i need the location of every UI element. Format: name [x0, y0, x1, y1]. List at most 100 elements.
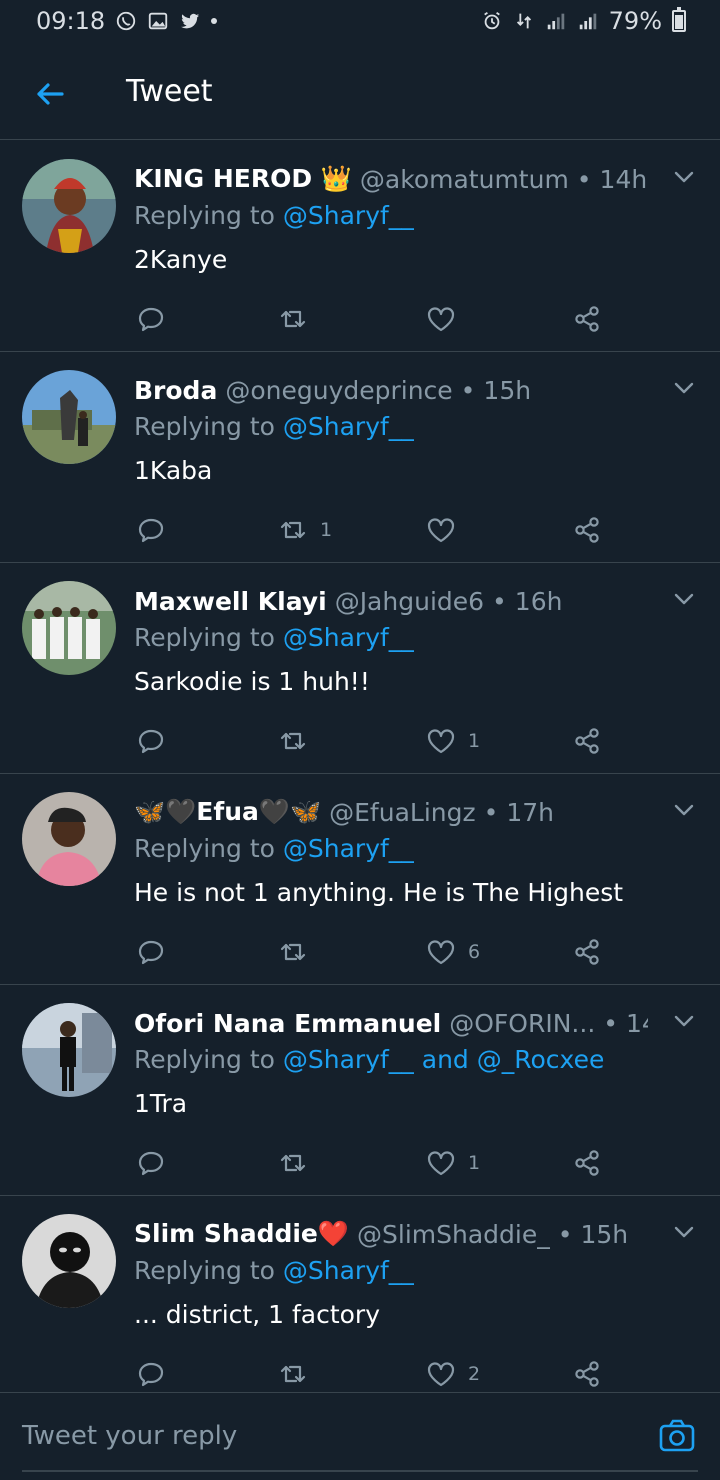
- chevron-down-icon[interactable]: [670, 1007, 698, 1035]
- display-name[interactable]: KING HEROD 👑: [134, 164, 352, 194]
- mention-link[interactable]: @Sharyf__: [283, 834, 414, 863]
- retweet-button[interactable]: [278, 934, 320, 970]
- display-name[interactable]: Broda: [134, 376, 217, 405]
- share-icon: [575, 306, 599, 332]
- avatar[interactable]: [22, 370, 116, 464]
- retweet-icon: [280, 1154, 306, 1172]
- dot-icon: [211, 18, 218, 24]
- tweet-reply[interactable]: Broda @oneguydeprince • 15h Replying to @Sha…: [0, 352, 720, 563]
- whatsapp-icon: [117, 11, 136, 31]
- reply-input[interactable]: Tweet your reply: [22, 1421, 237, 1451]
- reply-button[interactable]: [136, 1145, 166, 1181]
- mention-link[interactable]: @Sharyf__: [283, 201, 414, 230]
- mention-link[interactable]: @Sharyf__: [283, 1045, 414, 1074]
- heart-icon: [427, 518, 455, 543]
- reply-button[interactable]: [136, 301, 166, 337]
- tweet-text: 2Kanye: [134, 245, 228, 274]
- replying-to: Replying to @Sharyf__: [134, 623, 414, 652]
- camera-icon[interactable]: [658, 1417, 696, 1455]
- reply-button[interactable]: [136, 934, 166, 970]
- tweet-actions: 6: [134, 934, 614, 970]
- share-button[interactable]: [572, 301, 602, 337]
- display-name[interactable]: 🦋🖤Efua🖤🦋: [134, 797, 321, 827]
- battery-percent: 79%: [608, 7, 662, 35]
- mention-link[interactable]: @Sharyf__: [283, 623, 414, 652]
- reply-button[interactable]: [136, 1356, 166, 1392]
- avatar[interactable]: [22, 159, 116, 253]
- share-button[interactable]: [572, 1356, 602, 1392]
- like-button[interactable]: 1: [426, 1145, 480, 1181]
- retweet-button[interactable]: 1: [278, 512, 332, 548]
- like-button[interactable]: 2: [426, 1356, 480, 1392]
- user-handle[interactable]: @oneguydeprince: [225, 376, 452, 405]
- mention-link[interactable]: @Sharyf__: [283, 1256, 414, 1285]
- heart-icon: [427, 729, 455, 754]
- reply-divider: [22, 1470, 698, 1472]
- separator-dot: •: [492, 586, 507, 616]
- reply-button[interactable]: [136, 512, 166, 548]
- chevron-down-icon[interactable]: [670, 796, 698, 824]
- retweet-icon: [280, 1365, 306, 1383]
- retweet-button[interactable]: [278, 1145, 320, 1181]
- chevron-down-icon[interactable]: [670, 163, 698, 191]
- like-button[interactable]: [426, 301, 468, 337]
- tweet-reply[interactable]: Maxwell Klayi @Jahguide6 • 16h Replying to @…: [0, 563, 720, 774]
- mention-link[interactable]: @Sharyf__: [283, 412, 414, 441]
- tweet-header: 🦋🖤Efua🖤🦋 @EfuaLingz • 17h: [134, 792, 648, 832]
- replying-to: Replying to @Sharyf__ and @_Rocxee: [134, 1045, 604, 1074]
- user-handle[interactable]: @SlimShaddie_: [357, 1220, 550, 1249]
- share-button[interactable]: [572, 512, 602, 548]
- share-button[interactable]: [572, 1145, 602, 1181]
- avatar[interactable]: [22, 1214, 116, 1308]
- like-button[interactable]: 6: [426, 934, 480, 970]
- reply-icon: [138, 1151, 164, 1176]
- tweet-text: 1Kaba: [134, 456, 213, 485]
- like-button[interactable]: 1: [426, 723, 480, 759]
- heart-icon: [427, 1151, 455, 1176]
- retweet-icon: [280, 732, 306, 750]
- reply-list: KING HEROD 👑 @akomatumtum • 14h Replying to …: [0, 141, 720, 1407]
- arrow-left-icon[interactable]: [30, 74, 70, 114]
- chevron-down-icon[interactable]: [670, 1218, 698, 1246]
- display-name[interactable]: Maxwell Klayi: [134, 587, 327, 616]
- replying-to-label: Replying to: [134, 412, 283, 441]
- like-count: 1: [468, 730, 481, 752]
- tweet-reply[interactable]: KING HEROD 👑 @akomatumtum • 14h Replying to …: [0, 141, 720, 352]
- retweet-button[interactable]: [278, 301, 320, 337]
- replying-to-label: Replying to: [134, 623, 283, 652]
- timestamp: 14h: [626, 1008, 648, 1038]
- timestamp: 14h: [599, 164, 648, 194]
- retweet-button[interactable]: [278, 723, 320, 759]
- user-handle[interactable]: @akomatumtum: [360, 165, 569, 194]
- avatar[interactable]: [22, 792, 116, 886]
- mention-join: and: [413, 1045, 477, 1074]
- chevron-down-icon[interactable]: [670, 585, 698, 613]
- user-handle[interactable]: @Jahguide6: [335, 587, 484, 616]
- display-name[interactable]: Ofori Nana Emmanuel: [134, 1009, 441, 1038]
- mention-link[interactable]: @_Rocxee: [477, 1045, 605, 1074]
- tweet-actions: 1: [134, 723, 614, 759]
- like-button[interactable]: [426, 512, 468, 548]
- user-handle[interactable]: @OFORIN...: [449, 1009, 595, 1038]
- share-icon: [575, 939, 599, 965]
- twitter-icon: [181, 13, 200, 29]
- tweet-reply[interactable]: Slim Shaddie❤️ @SlimShaddie_ • 15h Replying …: [0, 1196, 720, 1407]
- display-name[interactable]: Slim Shaddie❤️: [134, 1219, 349, 1249]
- tweet-reply[interactable]: Ofori Nana Emmanuel @OFORIN... • 14h Replyin…: [0, 985, 720, 1196]
- user-handle[interactable]: @EfuaLingz: [329, 798, 475, 827]
- tweet-header: Slim Shaddie❤️ @SlimShaddie_ • 15h: [134, 1214, 648, 1254]
- reply-icon: [138, 307, 164, 332]
- reply-button[interactable]: [136, 723, 166, 759]
- share-button[interactable]: [572, 934, 602, 970]
- share-icon: [575, 728, 599, 754]
- status-time: 09:18: [36, 7, 106, 35]
- tweet-reply[interactable]: 🦋🖤Efua🖤🦋 @EfuaLingz • 17h Replying to @Shary…: [0, 774, 720, 985]
- battery-icon: [672, 7, 686, 32]
- avatar[interactable]: [22, 1003, 116, 1097]
- share-button[interactable]: [572, 723, 602, 759]
- avatar[interactable]: [22, 581, 116, 675]
- replying-to-label: Replying to: [134, 1045, 283, 1074]
- retweet-button[interactable]: [278, 1356, 320, 1392]
- chevron-down-icon[interactable]: [670, 374, 698, 402]
- signal-icon: [579, 13, 596, 30]
